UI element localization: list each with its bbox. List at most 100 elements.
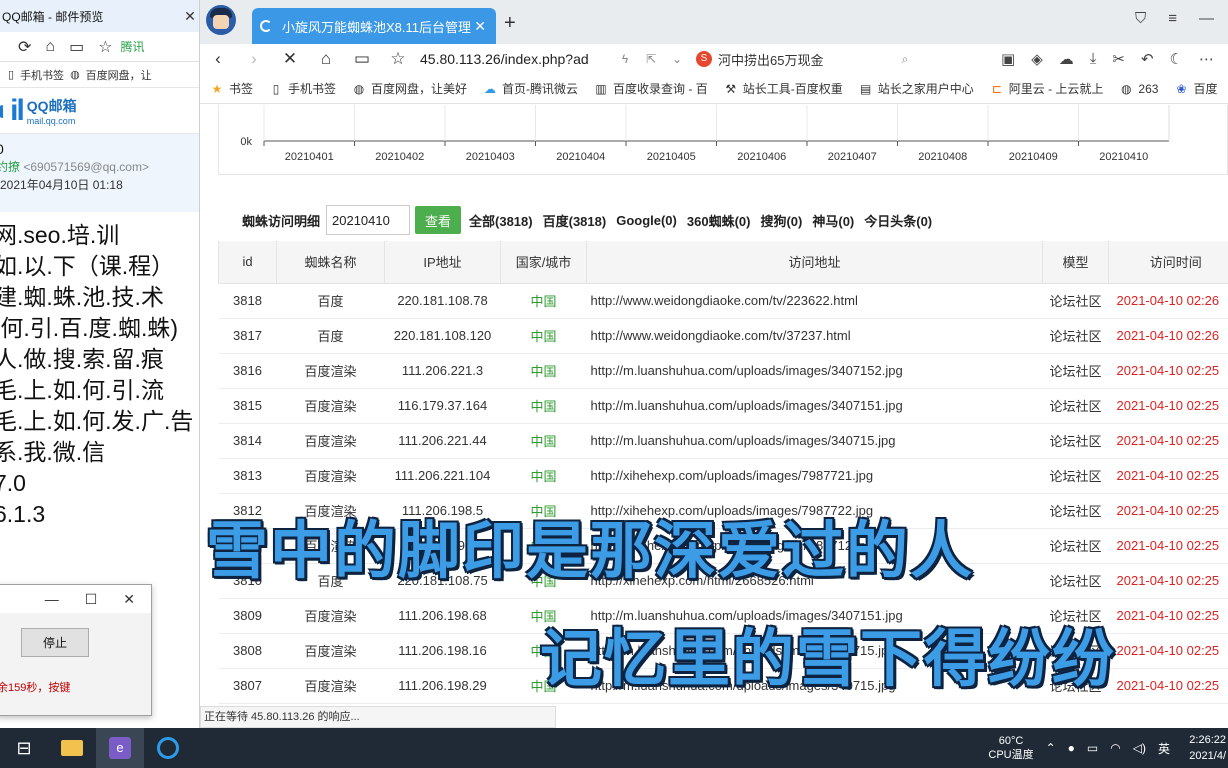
chevron-down-icon[interactable]: ⌄ xyxy=(664,52,690,66)
ime-indicator[interactable]: 英 xyxy=(1158,740,1170,757)
column-header-url[interactable]: 访问地址 xyxy=(586,241,1043,284)
star-icon[interactable]: ☆ xyxy=(98,37,112,57)
column-header-model[interactable]: 模型 xyxy=(1042,241,1109,284)
address-bar[interactable]: 45.80.113.26/index.php?ad xyxy=(420,51,612,67)
qq-nav-tab[interactable]: 腾讯 xyxy=(121,38,145,55)
shirt-icon[interactable]: ⛉ xyxy=(1135,10,1146,27)
chevron-up-icon[interactable]: ⌃ xyxy=(1046,741,1056,755)
back-icon[interactable]: ‹ xyxy=(200,49,236,69)
cell-url[interactable]: http://www.weidongdiaoke.com/tv/37237.ht… xyxy=(586,318,1043,354)
game-icon[interactable]: ◈ xyxy=(1031,50,1043,68)
bookmark-3[interactable]: ☁ 首页-腾讯微云 xyxy=(483,80,578,97)
status-bar: 正在等待 45.80.113.26 的响应... xyxy=(200,706,556,728)
task-view-icon[interactable]: ⊟ xyxy=(0,728,48,768)
wifi-icon[interactable]: ◠ xyxy=(1110,741,1120,755)
bookmark-8[interactable]: ◍ 263 xyxy=(1119,82,1158,96)
bookmark-star-icon[interactable]: ☆ xyxy=(380,49,416,69)
mail-body: 网.seo.培.训 如.以.下（课.程） 建.蜘.蛛.池.技.术 .何.引.百.… xyxy=(0,212,199,530)
reader-icon[interactable]: ▭ xyxy=(344,49,380,69)
bookmark-0[interactable]: ★ 书签 xyxy=(210,80,253,97)
undo-icon[interactable]: ↶ xyxy=(1141,50,1154,68)
cell-url[interactable]: http://m.luanshuhua.com/uploads/images/3… xyxy=(586,423,1043,459)
browser-taskbar-icon[interactable]: e xyxy=(96,728,144,768)
clock[interactable]: 2:26:22 2021/4/ xyxy=(1182,732,1226,764)
refresh-icon[interactable]: ⟳ xyxy=(18,37,31,57)
file-explorer-icon[interactable] xyxy=(48,728,96,768)
bookmark-2[interactable]: ◍ 百度网盘，让美好 xyxy=(352,80,467,97)
new-tab-icon[interactable]: + xyxy=(504,12,516,35)
column-header-time[interactable]: 访问时间 xyxy=(1108,241,1228,284)
cell-spider: 百度渲染 xyxy=(276,423,385,459)
close-icon[interactable]: ✕ xyxy=(123,591,135,608)
minimize-icon[interactable]: — xyxy=(1199,10,1214,27)
home-icon[interactable]: ⌂ xyxy=(45,38,55,56)
date-input[interactable]: 20210410 xyxy=(326,205,411,235)
stat-360[interactable]: 360蜘蛛(0) xyxy=(687,211,751,230)
stop-button[interactable]: 停止 xyxy=(21,628,89,657)
column-header-spider[interactable]: 蜘蛛名称 xyxy=(276,241,385,284)
tab-close-icon[interactable]: ✕ xyxy=(474,18,486,35)
bookmark-9[interactable]: ❀ 百度 xyxy=(1174,80,1217,97)
download-icon[interactable]: ⤓ xyxy=(1090,50,1097,68)
stat-shenma[interactable]: 神马(0) xyxy=(812,211,854,230)
lyric-caption-2: 记忆里的雪下得纷纷 xyxy=(540,622,1117,695)
paw-icon: ❀ xyxy=(1176,81,1187,96)
microphone-icon[interactable]: ● xyxy=(1068,741,1075,755)
bookmark-7[interactable]: ⊏ 阿里云 - 上云就上 xyxy=(990,80,1104,97)
cell-url[interactable]: http://m.luanshuhua.com/uploads/images/3… xyxy=(586,353,1043,389)
cell-url[interactable]: http://m.luanshuhua.com/zhuyuanyishi/yc1… xyxy=(586,703,1043,705)
column-header-id[interactable]: id xyxy=(218,241,277,284)
minimize-icon[interactable]: — xyxy=(45,591,59,607)
view-button[interactable]: 查看 xyxy=(415,206,462,234)
search-icon[interactable]: ⌕ xyxy=(892,52,918,67)
lightning-icon[interactable]: ϟ xyxy=(612,52,638,66)
stop-icon[interactable]: ✕ xyxy=(272,49,308,69)
battery-icon[interactable]: ▭ xyxy=(1087,741,1098,755)
cut-icon[interactable]: ✂ xyxy=(1112,50,1125,68)
bookmark-4[interactable]: ▥ 百度收录查询 - 百 xyxy=(594,80,707,97)
cpu-temp[interactable]: 60°C CPU温度 xyxy=(988,734,1033,762)
cell-model: 论坛社区 xyxy=(1042,528,1109,564)
bookmark-6[interactable]: ▤ 站长之家用户中心 xyxy=(859,80,974,97)
avatar[interactable] xyxy=(206,5,236,35)
column-header-ip[interactable]: IP地址 xyxy=(384,241,501,284)
volume-icon[interactable]: ◁) xyxy=(1133,741,1146,755)
share-icon[interactable]: ⇱ xyxy=(638,52,664,66)
close-icon[interactable]: ✕ xyxy=(181,8,199,25)
cpu-temp-value: 60°C xyxy=(998,735,1024,747)
weather-icon[interactable]: ☁ xyxy=(1059,50,1074,68)
stop-dialog: — ☐ ✕ 停止 余159秒，按键 xyxy=(0,584,152,716)
table-row: 3813 百度渲染 111.206.221.104 中国 http://xihehexp… xyxy=(218,458,1228,494)
qq-bookmark-1[interactable]: 百度网盘，让 xyxy=(86,67,152,83)
cell-id: 3815 xyxy=(218,388,277,424)
qq-bookmark-0[interactable]: 手机书签 xyxy=(20,67,64,83)
cell-location: 中国 xyxy=(500,353,587,389)
stat-google[interactable]: Google(0) xyxy=(616,213,677,228)
stat-sogou[interactable]: 搜狗(0) xyxy=(760,211,802,230)
sender-name: 约撩 xyxy=(0,160,21,174)
stat-baidu[interactable]: 百度(3818) xyxy=(543,211,607,230)
table-row: 3806百度渲染111.206.198.30中国http://m.luanshu… xyxy=(218,703,1228,705)
mail-subject-fragment: 0 xyxy=(0,140,199,158)
stat-all[interactable]: 全部(3818) xyxy=(469,211,533,230)
forward-icon[interactable]: › xyxy=(236,49,272,69)
home-icon[interactable]: ⌂ xyxy=(308,49,344,69)
maximize-icon[interactable]: ☐ xyxy=(85,591,98,608)
stat-toutiao[interactable]: 今日头条(0) xyxy=(864,211,932,230)
column-header-location[interactable]: 国家/城市 xyxy=(500,241,587,284)
bookmark-label: 书签 xyxy=(229,82,254,96)
extension-icon[interactable]: ▣ xyxy=(1001,50,1015,68)
cell-url[interactable]: http://m.luanshuhua.com/uploads/images/3… xyxy=(586,388,1043,424)
qq-taskbar-icon[interactable] xyxy=(144,728,192,768)
bookmark-5[interactable]: ⚒ 站长工具-百度权重 xyxy=(724,80,842,97)
more-icon[interactable]: ⋯ xyxy=(1199,50,1214,68)
tab-active[interactable]: 小旋风万能蜘蛛池X8.11后台管理 ✕ xyxy=(252,8,496,44)
bookmark-1[interactable]: ▯ 手机书签 xyxy=(269,80,336,97)
reader-icon[interactable]: ▭ xyxy=(69,37,84,57)
night-mode-icon[interactable]: ☾ xyxy=(1170,50,1183,68)
cell-url[interactable]: http://xihehexp.com/uploads/images/79877… xyxy=(586,458,1043,494)
cell-model: 论坛社区 xyxy=(1042,353,1109,389)
cell-url[interactable]: http://www.weidongdiaoke.com/tv/223622.h… xyxy=(586,283,1043,319)
menu-icon[interactable]: ≡ xyxy=(1168,10,1177,27)
news-ticker[interactable]: S 河中捞出65万现金 xyxy=(696,50,892,69)
